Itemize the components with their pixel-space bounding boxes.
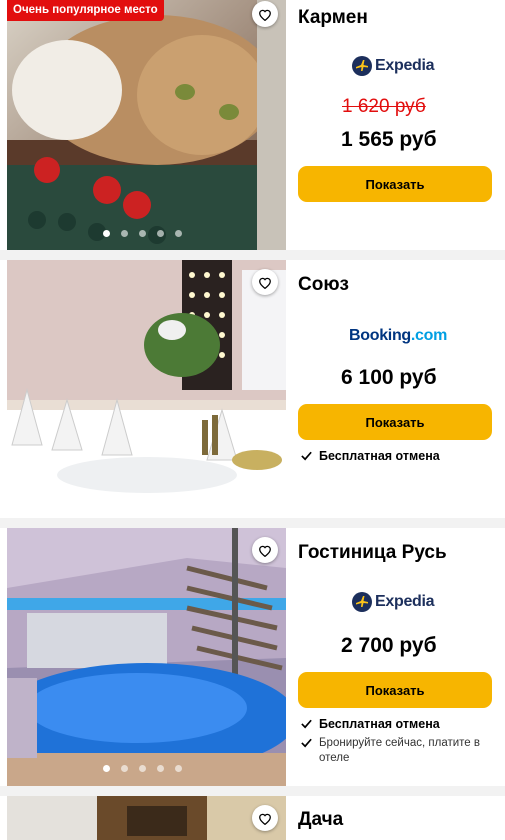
listing-card-3[interactable]: Гостиница Русь Expedia 2 700 руб Показат… — [0, 528, 505, 786]
carousel-dots[interactable] — [103, 497, 182, 504]
price: 6 100 руб — [341, 366, 437, 389]
show-button[interactable]: Показать — [298, 672, 492, 708]
price: 1 565 руб — [341, 128, 437, 151]
hotel-name[interactable]: Дача — [298, 809, 343, 831]
heart-icon[interactable] — [252, 805, 278, 831]
check-icon — [301, 451, 312, 461]
heart-icon[interactable] — [252, 1, 278, 27]
carousel-dots[interactable] — [103, 230, 182, 237]
hotel-name[interactable]: Гостиница Русь — [298, 542, 447, 564]
check-icon — [301, 719, 312, 729]
feature-pay-at-hotel: Бронируйте сейчас, платите в отеле — [300, 736, 489, 766]
listing-card-4[interactable]: Дача — [0, 796, 505, 840]
carousel-dot[interactable] — [157, 497, 164, 504]
carousel-dot[interactable] — [121, 230, 128, 237]
carousel-dot[interactable] — [157, 230, 164, 237]
carousel-dot[interactable] — [139, 230, 146, 237]
provider-logo-booking: Booking .com — [349, 327, 447, 345]
expedia-plane-icon — [352, 592, 372, 612]
provider-name: Expedia — [375, 57, 435, 74]
carousel-dot[interactable] — [103, 765, 110, 772]
provider-name: Expedia — [375, 593, 435, 610]
carousel-dot[interactable] — [139, 765, 146, 772]
heart-icon[interactable] — [252, 269, 278, 295]
carousel-dot[interactable] — [121, 497, 128, 504]
feature-text: Бесплатная отмена — [319, 449, 440, 463]
provider-logo-expedia: Expedia — [352, 592, 435, 612]
feature-text: Бронируйте сейчас, платите в отеле — [319, 737, 480, 764]
hotel-name[interactable]: Союз — [298, 274, 349, 296]
provider-logo-expedia: Expedia — [352, 56, 435, 76]
popularity-badge: Очень популярное место — [7, 0, 164, 21]
provider-name: Booking — [349, 327, 411, 344]
listing-card-1[interactable]: Очень популярное место Кармен Expedia 1 … — [0, 0, 505, 250]
hotel-name[interactable]: Кармен — [298, 7, 368, 29]
show-button[interactable]: Показать — [298, 166, 492, 202]
hotel-photo[interactable] — [7, 0, 286, 250]
carousel-dot[interactable] — [103, 230, 110, 237]
hotel-photo[interactable] — [7, 260, 286, 518]
carousel-dot[interactable] — [139, 497, 146, 504]
carousel-dots[interactable] — [103, 765, 182, 772]
price: 2 700 руб — [341, 634, 437, 657]
carousel-dot[interactable] — [121, 765, 128, 772]
carousel-dot[interactable] — [157, 765, 164, 772]
provider-name-suffix: .com — [410, 327, 448, 344]
heart-icon[interactable] — [252, 537, 278, 563]
carousel-dot[interactable] — [175, 765, 182, 772]
listing-card-2[interactable]: Союз Booking .com 6 100 руб Показать Бесп… — [0, 260, 505, 518]
carousel-dot[interactable] — [103, 497, 110, 504]
feature-free-cancellation: Бесплатная отмена — [300, 449, 440, 463]
show-button[interactable]: Показать — [298, 404, 492, 440]
hotel-photo[interactable] — [7, 796, 286, 840]
expedia-plane-icon — [352, 56, 372, 76]
carousel-dot[interactable] — [175, 230, 182, 237]
feature-text: Бесплатная отмена — [319, 717, 440, 731]
check-icon — [301, 738, 312, 748]
carousel-dot[interactable] — [175, 497, 182, 504]
feature-free-cancellation: Бесплатная отмена — [300, 717, 440, 731]
hotel-photo[interactable] — [7, 528, 286, 786]
old-price: 1 620 руб — [342, 96, 426, 117]
